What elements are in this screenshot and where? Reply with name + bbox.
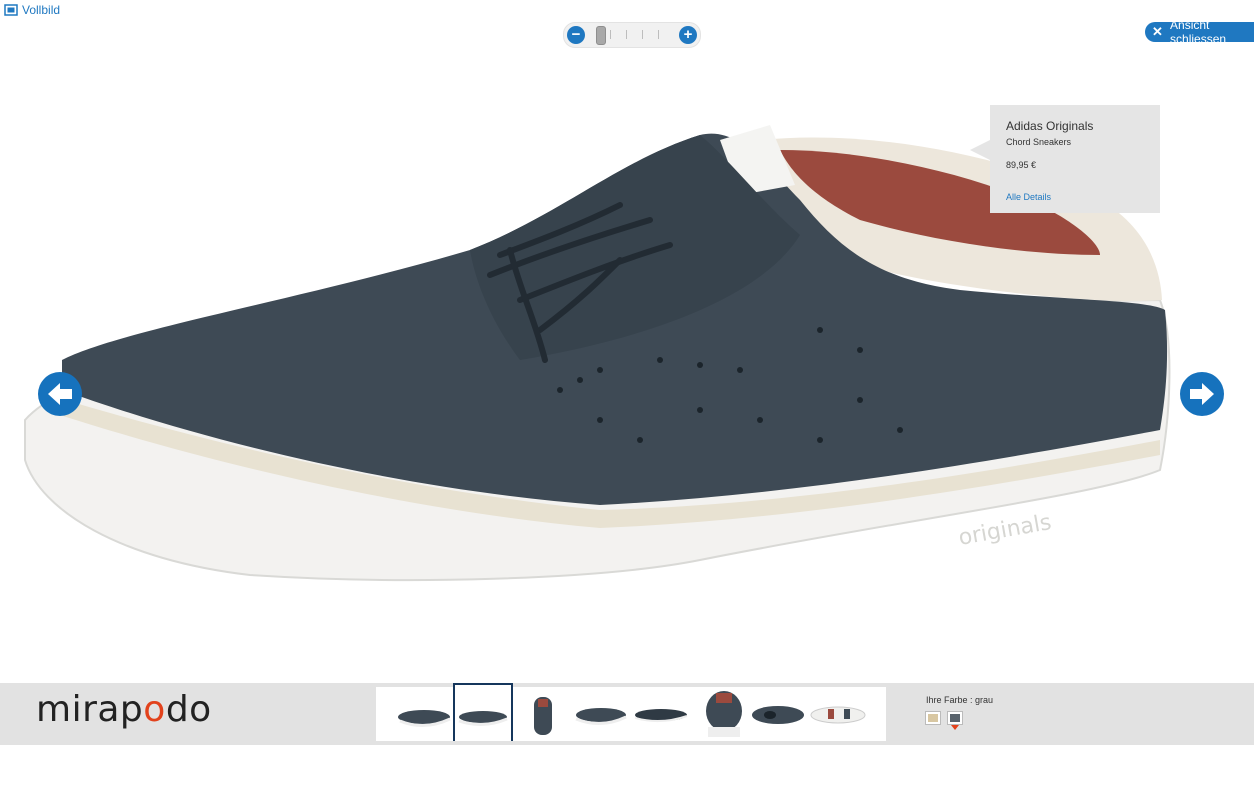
fullscreen-icon [4,4,18,16]
thumbnail-back[interactable] [694,687,754,741]
thumbnail-top[interactable] [748,687,808,741]
color-label: Ihre Farbe : grau [926,695,994,705]
all-details-link[interactable]: Alle Details [1006,192,1051,202]
thumbnail-side-right[interactable] [453,683,513,741]
bottom-bar: mirapodo Ihre Farbe : grau [0,683,1254,745]
zoom-out-button[interactable]: − [567,26,585,44]
product-brand: Adidas Originals [1006,119,1094,133]
close-view-button[interactable]: ✕ Ansicht schliessen [1145,18,1254,46]
zoom-in-button[interactable]: + [679,26,697,44]
product-price: 89,95 € [1006,160,1037,170]
thumbnail-heel[interactable] [514,687,574,741]
mirapodo-logo[interactable]: mirapodo [36,689,212,730]
product-info-box: Adidas Originals Chord Sneakers 89,95 € … [970,105,1160,213]
next-image-button[interactable] [1180,372,1224,416]
arrow-right-icon [1190,383,1214,405]
zoom-tick [658,30,659,39]
logo-text-part1: mirap [36,689,144,730]
thumbnail-sole[interactable] [808,687,868,741]
fullscreen-label: Vollbild [22,3,61,17]
selected-color-indicator-icon [951,725,959,730]
zoom-slider-handle[interactable] [596,26,606,45]
zoom-tick [626,30,627,39]
zoom-tick [610,30,611,39]
close-icon: ✕ [1152,24,1163,39]
zoom-control: − + [563,22,701,48]
thumbnail-strip [376,683,886,741]
logo-text-part2: do [165,689,212,730]
zoom-tick [642,30,643,39]
logo-text-o: o [143,689,166,730]
color-swatch-grau[interactable] [947,711,963,725]
fullscreen-link[interactable]: Vollbild [4,3,60,17]
thumbnail-side-right-2[interactable] [571,687,631,741]
close-view-label: Ansicht schliessen [1170,18,1227,46]
product-model: Chord Sneakers [1006,137,1072,147]
arrow-left-icon [48,383,72,405]
thumbnail-side-left-2[interactable] [631,687,691,741]
color-swatch-beige[interactable] [925,711,941,725]
thumbnail-side-left[interactable] [394,687,454,741]
sole-brand-mark: originals [957,510,1054,551]
previous-image-button[interactable] [38,372,82,416]
